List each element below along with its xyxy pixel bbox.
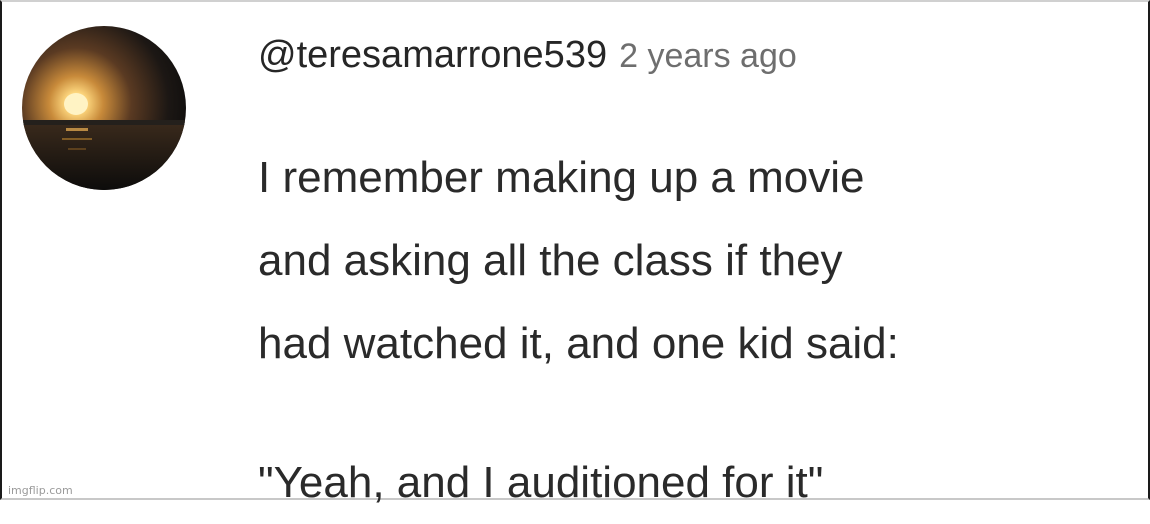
sunset-avatar-icon (22, 26, 186, 190)
comment-body: I remember making up a movie and asking … (258, 136, 899, 524)
comment-screenshot: @teresamarrone539 2 years ago I remember … (0, 0, 1150, 507)
author-handle[interactable]: @teresamarrone539 (258, 34, 607, 76)
user-avatar[interactable] (22, 26, 186, 190)
comment-quote-line: "Yeah, and I auditioned for it" (258, 458, 824, 507)
comment-text-line: and asking all the class if they (258, 236, 843, 285)
imgflip-watermark: imgflip.com (8, 484, 73, 497)
comment-text-line: had watched it, and one kid said: (258, 319, 899, 368)
comment-timestamp[interactable]: 2 years ago (619, 37, 797, 75)
comment-header: @teresamarrone539 2 years ago (258, 36, 797, 74)
comment-text-line: I remember making up a movie (258, 153, 865, 202)
